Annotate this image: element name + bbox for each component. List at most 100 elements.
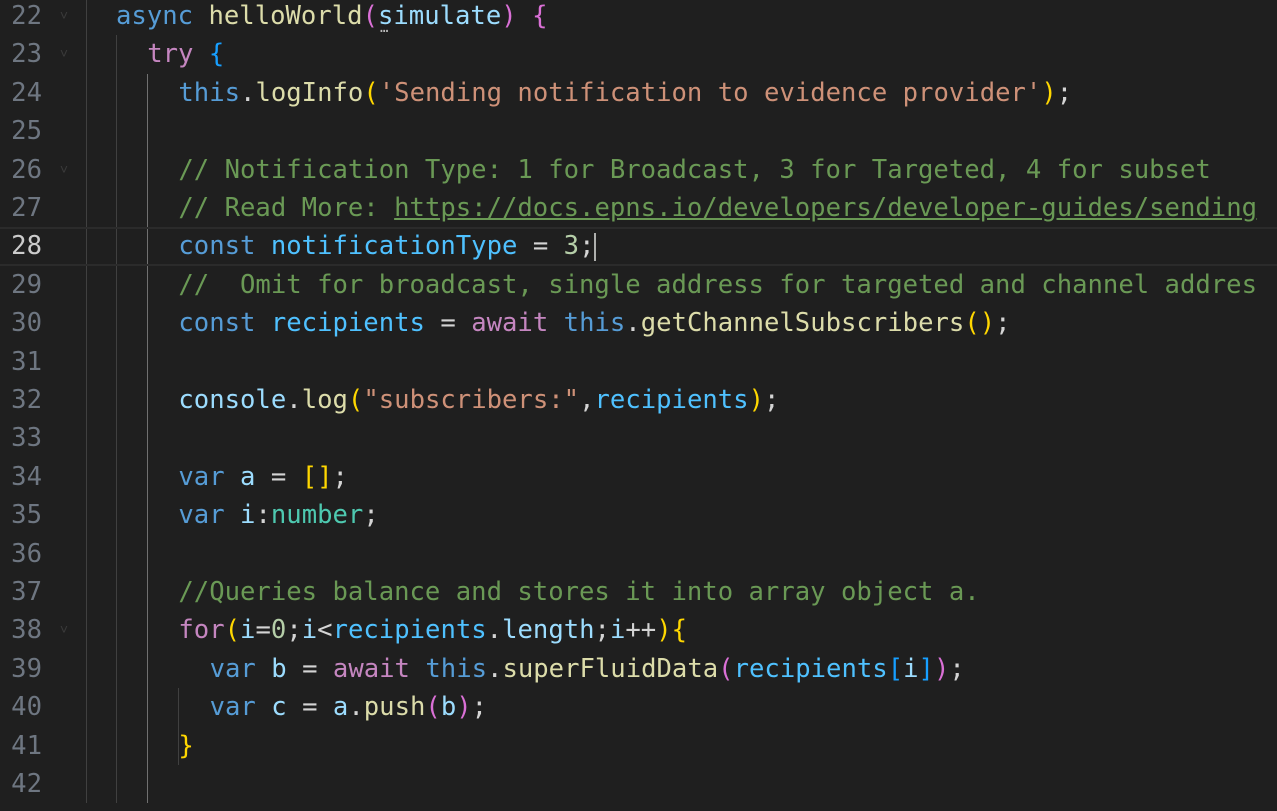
code-token: var <box>178 500 225 531</box>
code-token: ) <box>748 385 765 415</box>
code-token: ; <box>471 692 488 723</box>
code-line[interactable]: 42 <box>0 765 1277 803</box>
code-token: ] <box>918 653 934 684</box>
chevron-down-icon[interactable]: ˅ <box>56 35 72 73</box>
code-text[interactable]: // Omit for broadcast, single address fo… <box>178 266 1257 304</box>
code-token: a <box>240 461 256 492</box>
code-line[interactable]: 32 console.log("subscribers:",recipients)… <box>0 381 1277 419</box>
code-line[interactable]: 31 <box>0 343 1277 381</box>
code-text[interactable]: const recipients = await this.getChannel… <box>178 304 1010 342</box>
code-token: "subscribers:" <box>363 385 580 415</box>
code-line[interactable]: 23 ˅ try { <box>0 35 1277 73</box>
line-number: 32 <box>11 385 42 415</box>
code-line[interactable]: 38 ˅ for(i=0;i<recipients.length;i++){ <box>0 611 1277 649</box>
code-editor[interactable]: 22 ˅ async helloWorld(simulate) {23 ˅ try {2… <box>0 0 1277 811</box>
code-line[interactable]: 40 var c = a.push(b); <box>0 688 1277 726</box>
code-line[interactable]: 33 <box>0 419 1277 457</box>
code-text[interactable]: var a = []; <box>178 458 348 496</box>
code-line[interactable]: 37 //Queries balance and stores it into a… <box>0 573 1277 611</box>
code-token: ( <box>718 653 734 684</box>
chevron-down-icon[interactable]: ˅ <box>56 0 72 35</box>
code-line[interactable]: 26 ˅ // Notification Type: 1 for Broadcast… <box>0 151 1277 189</box>
code-text[interactable]: for(i=0;i<recipients.length;i++){ <box>178 611 687 649</box>
chevron-down-icon[interactable]: ˅ <box>56 611 72 649</box>
code-token: ; <box>764 385 780 415</box>
code-text[interactable]: //Queries balance and stores it into arr… <box>178 573 979 611</box>
line-number: 42 <box>11 769 42 799</box>
code-token: superFluidData <box>502 653 719 684</box>
code-token: ; <box>579 231 595 262</box>
code-token: ) <box>456 692 472 723</box>
code-token: https://docs.epns.io/developers/develope… <box>394 193 1258 223</box>
text-cursor <box>594 233 597 262</box>
code-text[interactable]: console.log("subscribers:",recipients); <box>178 381 779 419</box>
code-line[interactable]: 27 // Read More: https://docs.epns.io/dev… <box>0 189 1277 227</box>
code-token: . <box>286 385 302 415</box>
code-text[interactable]: this.logInfo('Sending notification to ev… <box>178 74 1072 112</box>
code-token: recipients <box>594 385 749 415</box>
code-token: for <box>178 615 225 646</box>
code-line[interactable]: 35 var i:number; <box>0 496 1277 534</box>
code-token: b <box>271 653 287 684</box>
line-number: 38 <box>11 615 42 646</box>
code-line[interactable]: 25 <box>0 112 1277 150</box>
code-text[interactable]: const notificationType = 3; <box>178 229 597 263</box>
code-text[interactable]: } <box>178 727 193 765</box>
code-token: ; <box>594 615 610 646</box>
code-token: ( <box>363 77 379 108</box>
code-text[interactable]: async helloWorld(simulate) { <box>116 0 548 35</box>
code-token: helloWorld <box>208 1 363 31</box>
code-token: this <box>563 308 626 339</box>
code-token: ) <box>501 1 517 31</box>
code-token: , <box>579 385 595 415</box>
code-line[interactable]: 29 // Omit for broadcast, single address … <box>0 266 1277 304</box>
line-number: 22 <box>11 1 42 31</box>
code-token: ( <box>224 615 241 646</box>
code-token: ( <box>362 1 378 31</box>
code-token: . <box>486 615 503 646</box>
code-line[interactable]: 28 const notificationType = 3; <box>0 227 1277 266</box>
code-line[interactable]: 39 var b = await this.superFluidData(reci… <box>0 650 1277 688</box>
code-token: } <box>178 730 194 761</box>
line-number: 28 <box>11 231 42 262</box>
code-text[interactable]: var c = a.push(b); <box>210 688 487 726</box>
code-token: ; <box>332 461 348 492</box>
code-token: var <box>178 461 225 492</box>
code-token: simulate <box>377 1 502 31</box>
code-line[interactable]: 24 this.logInfo('Sending notification to … <box>0 74 1277 112</box>
code-text[interactable]: var i:number; <box>178 496 378 534</box>
chevron-down-icon[interactable]: ˅ <box>56 151 72 189</box>
code-token: = <box>286 653 333 684</box>
code-text[interactable]: // Read More: https://docs.epns.io/devel… <box>178 189 1257 227</box>
code-token: ) <box>656 615 672 646</box>
code-token: try <box>147 39 194 70</box>
code-token: this <box>425 653 488 684</box>
code-text[interactable]: try { <box>147 35 224 73</box>
code-line[interactable]: 34 var a = []; <box>0 458 1277 496</box>
code-token: notificationType <box>270 231 518 262</box>
code-token: . <box>240 77 256 108</box>
code-token: = <box>255 615 271 646</box>
code-line[interactable]: 36 <box>0 535 1277 573</box>
line-number: 33 <box>11 423 42 454</box>
code-text[interactable]: // Notification Type: 1 for Broadcast, 3… <box>178 151 1210 189</box>
code-line[interactable]: 22 ˅ async helloWorld(simulate) { <box>0 0 1277 35</box>
code-token: await <box>332 653 410 684</box>
code-token: length <box>502 615 595 646</box>
code-token: i <box>903 653 919 684</box>
code-line[interactable]: 41} <box>0 727 1277 765</box>
code-token: recipients <box>270 308 425 339</box>
code-token: // Read More: <box>178 193 395 223</box>
code-token: const <box>178 308 256 339</box>
code-token: 'Sending notification to evidence provid… <box>378 77 1042 108</box>
code-text[interactable]: var b = await this.superFluidData(recipi… <box>210 650 965 688</box>
code-token: i <box>240 500 256 531</box>
code-line[interactable]: 30 const recipients = await this.getChann… <box>0 304 1277 342</box>
code-token: 0 <box>270 615 287 646</box>
